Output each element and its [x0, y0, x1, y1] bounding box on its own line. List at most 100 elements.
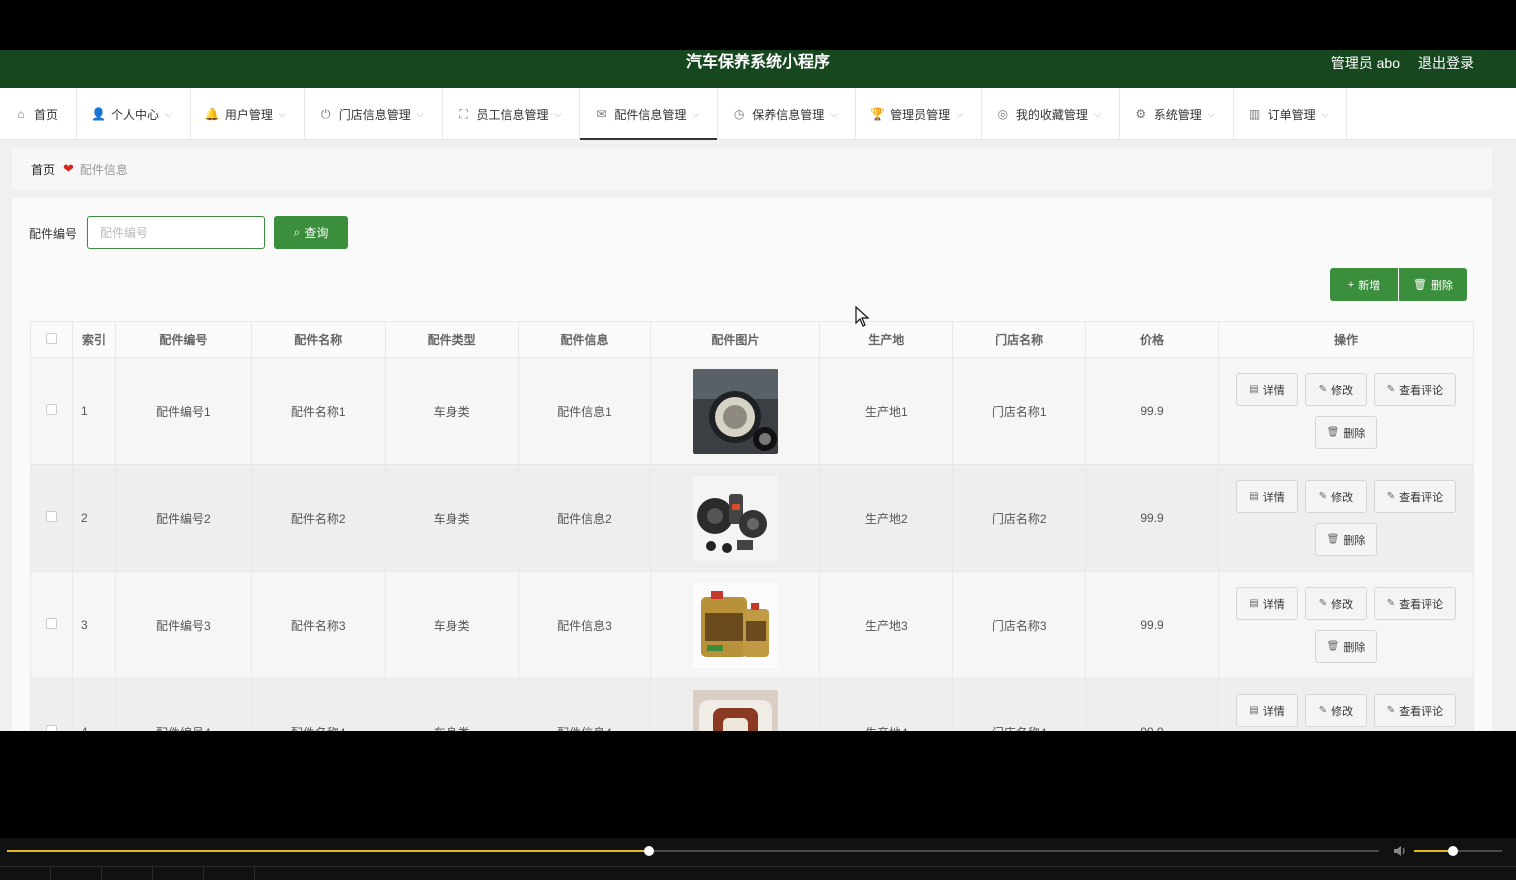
part-type: 车身类 — [384, 678, 519, 731]
row-actions: ▤详情✎修改✎查看评论 🗑删除 — [1217, 464, 1475, 572]
search-button[interactable]: ⌕ 查询 — [274, 216, 348, 249]
nav-item[interactable]: 🏆 管理员管理 ⌵ — [856, 88, 982, 140]
part-type: 车身类 — [384, 571, 519, 679]
edit-button[interactable]: ✎ 修改 — [1304, 480, 1367, 513]
pencil-icon: ✎ — [1318, 705, 1328, 716]
mouse-cursor-icon — [855, 306, 870, 327]
origin: 生产地3 — [819, 571, 954, 679]
nav-item[interactable]: ◎ 我的收藏管理 ⌵ — [982, 88, 1120, 140]
origin: 生产地4 — [819, 678, 954, 731]
progress-fill — [7, 850, 650, 852]
nav-item[interactable]: ⚙ 系统管理 ⌵ — [1120, 88, 1234, 140]
document-icon: ▤ — [1249, 598, 1259, 609]
chevron-down-icon: ⌵ — [416, 108, 424, 119]
detail-button[interactable]: ▤ 详情 — [1235, 480, 1298, 513]
detail-button[interactable]: ▤ 详情 — [1235, 694, 1298, 727]
row-delete-button[interactable]: 🗑 删除 — [1314, 630, 1377, 663]
detail-button[interactable]: ▤ 详情 — [1235, 373, 1298, 406]
store-name: 门店名称2 — [952, 464, 1087, 572]
seat-pillow-photo — [692, 689, 778, 731]
nav-item[interactable]: 👤 个人中心 ⌵ — [77, 88, 191, 140]
detail-label: 详情 — [1262, 705, 1285, 718]
progress-bar[interactable] — [7, 846, 1379, 856]
nav-item[interactable]: ⏻ 门店信息管理 ⌵ — [305, 88, 443, 140]
nav-item-label: 配件信息管理 — [614, 107, 687, 122]
edit-button[interactable]: ✎ 修改 — [1304, 587, 1367, 620]
row-checkbox[interactable] — [45, 404, 57, 415]
row-index: 2 — [71, 464, 116, 572]
nav-item[interactable]: ◷ 保养信息管理 ⌵ — [718, 88, 857, 140]
nav-item-label: 门店信息管理 — [338, 107, 411, 122]
select-all-checkbox[interactable] — [45, 332, 57, 344]
chevron-down-icon: ⌵ — [1321, 108, 1329, 119]
document-icon: ▤ — [1249, 384, 1259, 395]
row-checkbox[interactable] — [45, 618, 57, 629]
nav-item[interactable]: ⛶ 员工信息管理 ⌵ — [443, 88, 581, 140]
pencil-icon: ✎ — [1318, 384, 1328, 395]
search-label: 配件编号 — [29, 227, 78, 241]
table-row: 4配件编号4配件名称4车身类配件信息4生产地4门店名称499.9▤详情✎修改✎查… — [30, 678, 1475, 731]
row-select-cell — [30, 678, 73, 731]
table-row: 2 配件编号2 配件名称2 车身类 配件信息2 生产地2 门店名称2 99.9 ▤ 详情 ✎ 修改 ✎ 查… — [30, 464, 1475, 572]
part-name: 配件名称3 — [250, 571, 386, 679]
part-name: 配件名称2 — [250, 464, 386, 572]
view-comments-label: 查看评论 — [1399, 491, 1444, 504]
content-panel: 配件编号 ⌕ 查询 + 新增 🗑 删除 索引 配件编号 配件名称 — [12, 198, 1492, 731]
add-button-label: 新增 — [1358, 279, 1381, 292]
table-row: 1 配件编号1 配件名称1 车身类 配件信息1 生产地1 门店名称1 99.9 ▤ 详情 ✎ 修改 ✎ 查… — [30, 357, 1475, 465]
column-header: 门店名称 — [952, 321, 1087, 358]
nav-item[interactable]: ⌂ 首页 — [0, 88, 78, 140]
nav-item[interactable]: 🔔 用户管理 ⌵ — [191, 88, 305, 140]
logout-link[interactable]: 退出登录 — [1418, 50, 1474, 76]
fullscreen-icon: ⛶ — [459, 106, 468, 121]
nav-item-label: 员工信息管理 — [476, 107, 549, 122]
trash-icon: 🗑 — [1413, 279, 1427, 291]
bulk-delete-button[interactable]: 🗑 删除 — [1399, 268, 1467, 301]
volume-knob[interactable] — [1447, 846, 1458, 856]
row-checkbox[interactable] — [45, 725, 57, 731]
pencil-icon: ✎ — [1386, 705, 1396, 716]
view-comments-button[interactable]: ✎ 查看评论 — [1373, 587, 1456, 620]
detail-button[interactable]: ▤ 详情 — [1235, 587, 1298, 620]
part-type: 车身类 — [384, 357, 519, 465]
nav-item[interactable]: ✉ 配件信息管理 ⌵ — [580, 88, 719, 140]
breadcrumb-home[interactable]: 首页 — [31, 161, 55, 178]
view-comments-button[interactable]: ✎ 查看评论 — [1373, 373, 1456, 406]
edit-button[interactable]: ✎ 修改 — [1304, 373, 1367, 406]
row-delete-button[interactable]: 🗑 删除 — [1314, 523, 1377, 556]
motor-oil-photo — [692, 582, 778, 668]
table-header-row: 索引 配件编号 配件名称 配件类型 配件信息 配件图片 生产地 门店名称 价格 … — [30, 321, 1475, 358]
view-comments-button[interactable]: ✎ 查看评论 — [1373, 694, 1456, 727]
part-code: 配件编号1 — [114, 357, 252, 465]
select-all-cell — [30, 321, 73, 358]
row-checkbox[interactable] — [45, 511, 57, 522]
headlight-photo — [692, 368, 778, 454]
chevron-down-icon: ⌵ — [830, 108, 838, 119]
detail-label: 详情 — [1262, 491, 1285, 504]
nav-item-label: 用户管理 — [224, 107, 273, 122]
row-delete-button[interactable]: 🗑 删除 — [1314, 416, 1377, 449]
row-delete-label: 删除 — [1343, 641, 1366, 654]
current-user: 管理员 abo — [1330, 55, 1400, 71]
chevron-down-icon: ⌵ — [956, 108, 963, 119]
store-name: 门店名称1 — [952, 357, 1087, 465]
search-input[interactable] — [87, 216, 265, 249]
row-select-cell — [30, 464, 73, 572]
edit-label: 修改 — [1331, 384, 1354, 397]
view-comments-button[interactable]: ✎ 查看评论 — [1373, 480, 1456, 513]
edit-button[interactable]: ✎ 修改 — [1304, 694, 1367, 727]
volume-slider[interactable] — [1414, 846, 1502, 856]
column-header: 价格 — [1085, 321, 1219, 358]
chevron-down-icon: ⌵ — [1093, 108, 1101, 119]
volume-icon[interactable] — [1392, 843, 1408, 859]
progress-knob[interactable] — [644, 846, 655, 856]
column-header: 配件图片 — [650, 321, 821, 358]
column-header: 配件信息 — [517, 321, 652, 358]
part-name: 配件名称1 — [250, 357, 386, 465]
nav-item[interactable]: ▥ 订单管理 ⌵ — [1234, 88, 1348, 140]
app-screen: 汽车保养系统小程序 管理员 abo 退出登录 ⌂ 首页 👤 个人中心 ⌵ 🔔 用户管理 ⌵ ⏻ 门… — [0, 50, 1516, 731]
part-code: 配件编号2 — [114, 464, 252, 572]
row-delete-label: 删除 — [1343, 534, 1366, 547]
part-code: 配件编号4 — [114, 678, 252, 731]
add-button[interactable]: + 新增 — [1330, 268, 1398, 301]
